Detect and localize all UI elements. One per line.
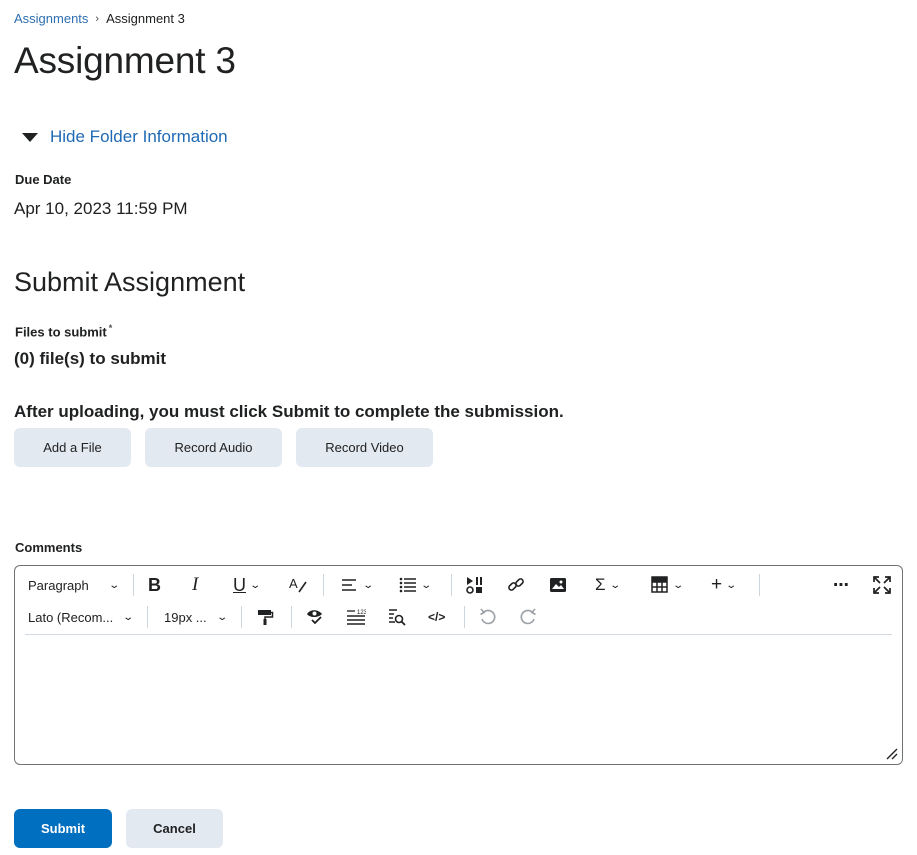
breadcrumb: Assignments › Assignment 3 bbox=[14, 11, 185, 26]
upload-instruction: After uploading, you must click Submit t… bbox=[14, 402, 564, 421]
redo-icon[interactable] bbox=[519, 601, 537, 633]
toolbar-divider-line bbox=[25, 634, 892, 635]
hide-folder-info-toggle[interactable]: Hide Folder Information bbox=[22, 127, 228, 147]
bullet-list-icon bbox=[399, 577, 416, 593]
bullet-list-dropdown[interactable]: ⌄ bbox=[399, 569, 433, 601]
toolbar-divider bbox=[147, 606, 148, 628]
more-actions-icon[interactable]: ⋯ bbox=[833, 569, 850, 601]
find-replace-icon[interactable] bbox=[387, 601, 407, 633]
breadcrumb-separator: › bbox=[95, 12, 100, 25]
block-format-dropdown[interactable]: Paragraph ⌄ bbox=[28, 569, 120, 601]
record-video-button[interactable]: Record Video bbox=[296, 428, 433, 467]
undo-icon[interactable] bbox=[479, 601, 497, 633]
align-icon bbox=[342, 579, 356, 591]
font-family-value: Lato (Recom... bbox=[28, 609, 114, 625]
files-to-submit-label: Files to submit * bbox=[15, 323, 112, 339]
table-icon bbox=[651, 576, 668, 593]
toolbar-divider bbox=[323, 574, 324, 596]
due-date-value: Apr 10, 2023 11:59 PM bbox=[14, 199, 188, 218]
font-size-value: 19px ... bbox=[164, 609, 207, 625]
chevron-down-icon: ⌄ bbox=[608, 579, 621, 591]
page-title: Assignment 3 bbox=[14, 40, 236, 81]
chevron-down-icon: ⌄ bbox=[362, 579, 375, 591]
insert-more-dropdown[interactable]: + ⌄ bbox=[711, 569, 738, 601]
chevron-down-icon: ⌄ bbox=[725, 579, 738, 591]
block-format-value: Paragraph bbox=[28, 577, 89, 593]
toolbar-divider bbox=[464, 606, 465, 628]
caret-down-icon bbox=[22, 132, 38, 142]
bold-icon[interactable]: B bbox=[148, 569, 161, 601]
toolbar-divider bbox=[241, 606, 242, 628]
comments-label: Comments bbox=[15, 540, 83, 555]
resize-handle-icon[interactable] bbox=[884, 746, 898, 760]
link-icon[interactable] bbox=[507, 569, 525, 601]
chevron-down-icon: ⌄ bbox=[215, 611, 228, 623]
chevron-down-icon: ⌄ bbox=[672, 579, 685, 591]
required-asterisk: * bbox=[108, 323, 113, 333]
add-file-button[interactable]: Add a File bbox=[14, 428, 131, 467]
font-family-dropdown[interactable]: Lato (Recom... ⌄ bbox=[28, 601, 135, 633]
comments-text-area[interactable] bbox=[16, 636, 901, 763]
accessibility-checker-icon[interactable] bbox=[305, 601, 325, 633]
files-count: (0) file(s) to submit bbox=[14, 349, 167, 368]
submit-assignment-heading: Submit Assignment bbox=[14, 267, 246, 297]
svg-text:123: 123 bbox=[357, 610, 366, 616]
underline-dropdown[interactable]: U ⌄ bbox=[233, 569, 262, 601]
due-date-label: Due Date bbox=[15, 172, 72, 187]
equation-icon: Σ bbox=[595, 575, 606, 594]
breadcrumb-link-assignments[interactable]: Assignments bbox=[14, 11, 88, 26]
toolbar-divider bbox=[759, 574, 760, 596]
source-code-icon[interactable]: </> bbox=[428, 601, 445, 633]
chevron-down-icon: ⌄ bbox=[420, 579, 433, 591]
editor-toolbar-row-1: Paragraph ⌄ B I U ⌄ A ⌄ ⌄ Σ ⌄ ⌄ + ⌄ ⋯ bbox=[15, 569, 902, 601]
equation-dropdown[interactable]: Σ ⌄ bbox=[595, 569, 621, 601]
fullscreen-icon[interactable] bbox=[873, 569, 891, 601]
breadcrumb-current: Assignment 3 bbox=[106, 11, 185, 26]
toolbar-divider bbox=[133, 574, 134, 596]
format-painter-icon[interactable] bbox=[256, 601, 274, 633]
insert-more-icon: + bbox=[711, 574, 723, 595]
table-dropdown[interactable]: ⌄ bbox=[651, 569, 685, 601]
record-audio-button[interactable]: Record Audio bbox=[145, 428, 282, 467]
submit-button[interactable]: Submit bbox=[14, 809, 112, 848]
chevron-down-icon: ⌄ bbox=[108, 579, 120, 591]
image-icon[interactable] bbox=[549, 569, 567, 601]
cancel-button[interactable]: Cancel bbox=[126, 809, 223, 848]
svg-text:A: A bbox=[289, 576, 298, 591]
font-size-dropdown[interactable]: 19px ... ⌄ bbox=[164, 601, 228, 633]
text-color-icon[interactable]: A bbox=[288, 569, 308, 601]
underline-icon: U bbox=[233, 574, 246, 595]
chevron-down-icon: ⌄ bbox=[249, 579, 262, 591]
chevron-down-icon: ⌄ bbox=[122, 611, 135, 623]
files-to-submit-text: Files to submit bbox=[15, 324, 107, 340]
toolbar-divider bbox=[451, 574, 452, 596]
toolbar-divider bbox=[291, 606, 292, 628]
align-dropdown[interactable]: ⌄ bbox=[341, 569, 375, 601]
insert-stuff-icon[interactable] bbox=[465, 569, 485, 601]
italic-icon[interactable]: I bbox=[192, 569, 198, 601]
editor-toolbar-row-2: Lato (Recom... ⌄ 19px ... ⌄ 123 </> bbox=[15, 601, 902, 633]
hide-folder-info-label: Hide Folder Information bbox=[50, 127, 228, 146]
word-count-icon[interactable]: 123 bbox=[346, 601, 366, 633]
comments-editor: Paragraph ⌄ B I U ⌄ A ⌄ ⌄ Σ ⌄ ⌄ + ⌄ ⋯ La… bbox=[14, 565, 903, 765]
